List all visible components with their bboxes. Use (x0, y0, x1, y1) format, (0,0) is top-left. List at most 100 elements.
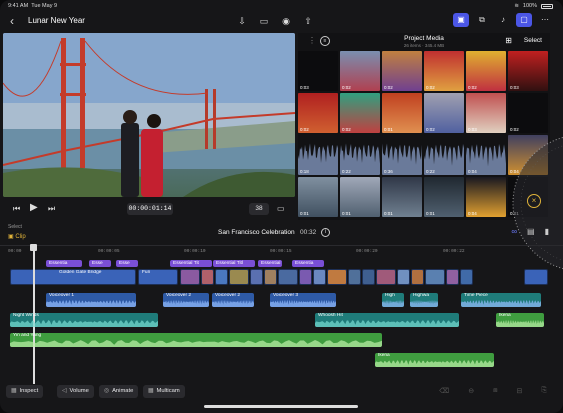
timeline-ruler[interactable]: 00:00 00:00:05 00:00:10 00:00:15 00:00:20 00:… (0, 245, 563, 257)
media-thumbnail[interactable]: 0:03 (466, 93, 506, 133)
filter-icon[interactable]: ≡ (320, 36, 330, 46)
media-thumbnail[interactable]: 0:02 (298, 93, 338, 133)
voiceover-clip[interactable]: Voiceover 1 (46, 293, 136, 307)
delete-icon[interactable]: ⌫ (439, 387, 449, 395)
video-clip[interactable] (264, 269, 277, 285)
grip-icon[interactable]: ⋮ (308, 36, 316, 45)
add-icon[interactable]: ⊞ (505, 36, 512, 45)
media-thumbnail[interactable]: 0:02 (340, 51, 380, 91)
layers-icon[interactable]: ⧉ (474, 13, 490, 27)
audio-clip[interactable]: Night Winds (10, 313, 158, 327)
video-clip[interactable] (524, 269, 548, 285)
inspect-button[interactable]: ▦ Inspect (6, 385, 44, 398)
media-thumbnail[interactable]: 0:22 (340, 135, 380, 175)
video-clip[interactable]: Golden Gate Bridge (10, 269, 136, 285)
media-thumbnail[interactable]: 0:02 (466, 51, 506, 91)
title-clip[interactable]: Essentia (46, 260, 82, 267)
titles-icon[interactable]: ▢ (516, 13, 532, 27)
zoom-level[interactable]: 38 (249, 203, 269, 215)
skip-forward-icon[interactable]: ⏭ (48, 204, 55, 214)
video-clip[interactable] (180, 269, 200, 285)
media-header: ⋮ ≡ Project Media 26 items · 345.4 MB ⊞ … (298, 33, 550, 50)
title-clip[interactable]: Essential Ti (258, 260, 282, 267)
media-thumbnail[interactable]: 0:18 (298, 135, 338, 175)
audio-clip[interactable]: Ikeria (375, 353, 494, 367)
fullscreen-icon[interactable]: ▭ (277, 204, 285, 213)
select-button[interactable]: Select (524, 37, 542, 44)
voiceover-clip[interactable]: Highwa (410, 293, 438, 307)
duplicate-icon[interactable]: ⎘ (541, 387, 547, 395)
clip-view-icon[interactable]: ▤ (527, 227, 535, 236)
media-thumbnail[interactable]: 0:02 (424, 93, 464, 133)
title-clip[interactable]: Esse (89, 260, 111, 267)
audio-clip[interactable]: Yin and Yang (10, 333, 382, 347)
media-thumbnail[interactable]: 0:01 (298, 177, 338, 217)
music-icon[interactable]: ♪ (495, 13, 511, 27)
photos-icon[interactable]: ▣ (453, 13, 469, 27)
voiceover-icon[interactable]: ◉ (280, 15, 292, 27)
video-clip[interactable] (460, 269, 473, 285)
video-clip[interactable]: Fun (138, 269, 178, 285)
ruler-tick-label: 00:00 (8, 249, 22, 254)
close-jog-icon[interactable]: × (527, 194, 541, 208)
media-thumbnail[interactable]: 0:22 (424, 135, 464, 175)
video-clip[interactable] (348, 269, 361, 285)
media-thumbnail[interactable]: 0:01 (382, 177, 422, 217)
voiceover-clip[interactable]: High (382, 293, 404, 307)
split-icon[interactable]: ⧈ (493, 387, 497, 395)
voiceover-clip[interactable]: Voiceover 3 (270, 293, 336, 307)
media-thumbnail[interactable]: 0:01 (382, 93, 422, 133)
title-clip[interactable]: Essential Titl (213, 260, 255, 267)
media-thumbnail[interactable]: 0:03 (508, 51, 548, 91)
voiceover-clip[interactable]: Voiceover 2 (212, 293, 254, 307)
media-thumbnail[interactable]: 0:01 (340, 177, 380, 217)
detach-icon[interactable]: ⊖ (468, 387, 474, 395)
media-thumbnail[interactable]: 0:02 (508, 93, 548, 133)
camera-icon[interactable]: ▭ (258, 15, 270, 27)
video-clip[interactable] (313, 269, 326, 285)
multicam-button[interactable]: ▦ Multicam (143, 385, 185, 398)
skip-back-icon[interactable]: ⏮ (13, 204, 20, 214)
video-clip[interactable] (397, 269, 410, 285)
video-clip[interactable] (250, 269, 263, 285)
title-clip[interactable]: Esse (116, 260, 138, 267)
video-clip[interactable] (229, 269, 249, 285)
video-clip[interactable] (299, 269, 312, 285)
link-icon[interactable]: ∞ (511, 227, 517, 236)
media-thumbnail[interactable]: 0:02 (424, 51, 464, 91)
volume-button[interactable]: ◁ Volume (57, 385, 94, 398)
video-clip[interactable] (376, 269, 396, 285)
media-thumbnail[interactable]: 0:02 (340, 93, 380, 133)
chevron-left-icon[interactable]: ‹ (10, 14, 14, 28)
export-icon[interactable]: ⇩ (236, 15, 248, 27)
animate-button[interactable]: ◎ Animate (99, 385, 139, 398)
video-clip[interactable] (446, 269, 459, 285)
audio-meter-icon[interactable]: ▮ (545, 227, 549, 236)
video-clip[interactable] (327, 269, 347, 285)
more-icon[interactable]: ⋯ (537, 13, 553, 27)
audio-clip[interactable]: Ikeria (496, 313, 544, 327)
media-thumbnail[interactable]: 0:03 (298, 51, 338, 91)
voiceover-clip[interactable]: Time Piece (461, 293, 541, 307)
video-clip[interactable] (201, 269, 214, 285)
audio-clip[interactable]: Whoosh Hit (315, 313, 459, 327)
media-thumbnail[interactable]: 0:02 (382, 51, 422, 91)
media-thumbnail[interactable]: 0:01 (424, 177, 464, 217)
video-clip[interactable] (411, 269, 424, 285)
video-clip[interactable] (215, 269, 228, 285)
clip-indicator[interactable]: ▣ Clip (8, 233, 26, 240)
title-clip[interactable]: Essential Tit (170, 260, 212, 267)
voiceover-clip[interactable]: Voiceover 2 (163, 293, 209, 307)
video-clip[interactable] (278, 269, 298, 285)
video-viewer[interactable] (3, 33, 295, 197)
timeline-tracks[interactable]: Essentia Esse Esse Essential Tit Essential T… (0, 257, 563, 377)
share-icon[interactable]: ⇧ (302, 15, 314, 27)
video-clip[interactable] (362, 269, 375, 285)
play-icon[interactable]: ▶ (30, 202, 38, 213)
title-clip[interactable]: Essentia (292, 260, 324, 267)
video-clip[interactable] (425, 269, 445, 285)
ipad-screen: 9:41 AM Tue May 9 ≋ 100% ‹ Lunar New Yea… (0, 0, 563, 413)
media-thumbnail[interactable]: 0:36 (382, 135, 422, 175)
trim-icon[interactable]: ⊟ (517, 387, 523, 395)
info-icon[interactable]: i (321, 228, 330, 237)
